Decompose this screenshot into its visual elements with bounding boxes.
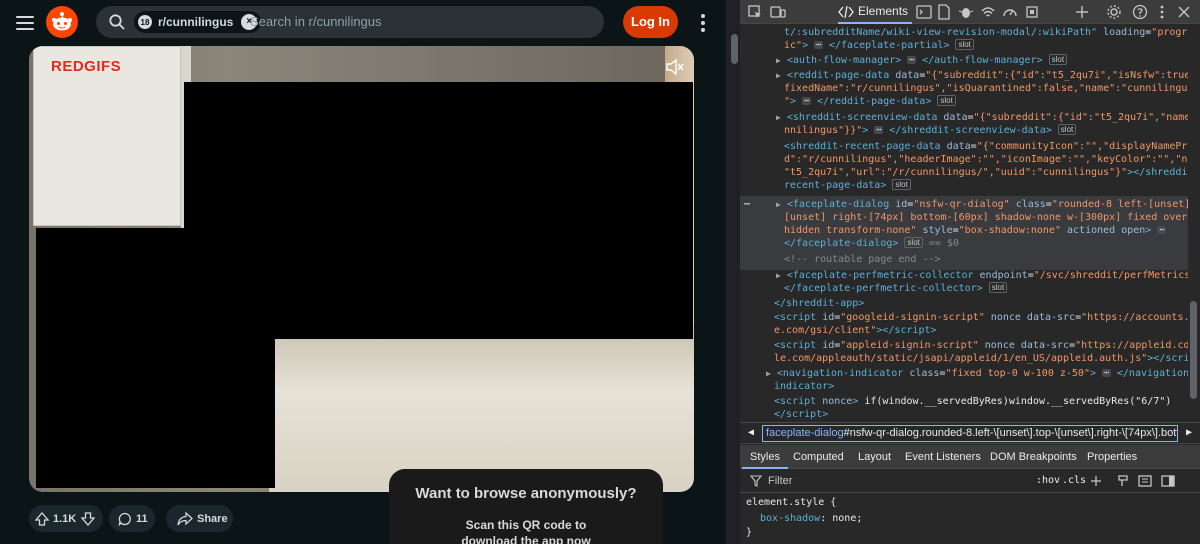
sidebar-toggle-icon[interactable] [1161,474,1175,488]
dom-tree[interactable]: t/:subredditName/wiki-view-revision-moda… [740,24,1188,422]
tab-layout[interactable]: Layout [858,451,891,463]
dom-scrollbar[interactable] [1188,24,1200,422]
qr-dialog-body-line1: Scan this QR code to [465,518,587,532]
reddit-page: 18 r/cunnilingus × Search in r/cunniling… [0,0,726,544]
mute-icon[interactable] [665,58,685,76]
help-icon[interactable] [1132,4,1148,20]
more-options-icon[interactable] [700,12,706,34]
login-button[interactable]: Log In [623,6,678,38]
network-icon[interactable] [980,4,996,20]
add-tab-icon[interactable] [1074,4,1090,20]
inspect-icon[interactable] [747,4,763,20]
qr-dialog-body: Scan this QR code to download the app no… [389,517,663,544]
console-icon[interactable] [916,4,932,20]
community-search-chip[interactable]: 18 r/cunnilingus × [134,11,262,33]
devtools-toolbar: Elements [740,0,1200,24]
breadcrumb: ◀ faceplate-dialog#nsfw-qr-dialog.rounde… [740,422,1200,444]
page-scrollbar-thumb[interactable] [731,34,738,64]
styles-subtabs: Styles Computed Layout Event Listeners D… [740,445,1200,469]
breadcrumb-prev-icon[interactable]: ◀ [744,426,758,440]
styles-filter-bar: Filter :hov .cls [740,469,1200,493]
downvote-icon[interactable] [81,511,96,526]
selected-node-ref: == $0 [928,238,960,249]
memory-icon[interactable] [1024,4,1040,20]
rule-property: box-shadow [760,513,821,524]
cls-toggle[interactable]: .cls [1062,475,1086,486]
tab-computed[interactable]: Computed [793,451,844,463]
rule-close: } [746,527,753,538]
breadcrumb-path[interactable]: faceplate-dialog#nsfw-qr-dialog.rounded-… [762,425,1178,442]
comment-icon [118,512,131,526]
post-media-player[interactable]: REDGIFS [29,46,694,492]
rule-selector: element.style { [746,497,837,508]
dom-scrollbar-thumb[interactable] [1190,301,1197,399]
styles-rules: element.style { box-shadow: none; } [740,493,1200,544]
vote-count: 1.1K [53,512,77,525]
comments-button[interactable]: 11 [109,505,155,532]
search-input[interactable]: Search in r/cunnilingus [250,14,382,29]
nsfw-18-badge: 18 [138,15,152,29]
tab-properties[interactable]: Properties [1087,451,1137,463]
nsfw-qr-dialog[interactable]: Want to browse anonymously? Scan this QR… [389,469,663,544]
breadcrumb-selector: #nsfw-qr-dialog.rounded-8.left-\[unset\]… [843,427,1178,439]
reddit-logo-icon[interactable] [46,6,78,38]
paint-brush-icon[interactable] [1116,474,1130,488]
more-icon[interactable] [1154,4,1170,20]
elements-icon[interactable] [838,4,854,20]
comment-count: 11 [136,512,148,525]
tab-dom-breakpoints[interactable]: DOM Breakpoints [990,451,1077,463]
performance-icon[interactable] [1002,4,1018,20]
new-rule-icon[interactable] [1090,475,1102,487]
page-scrollbar[interactable] [730,0,740,544]
filter-icon [750,475,762,487]
hov-toggle[interactable]: :hov [1036,475,1060,486]
sources-icon[interactable] [936,4,952,20]
search-icon [109,14,125,30]
share-icon [177,511,193,525]
qr-dialog-body-line2: download the app now [461,534,591,544]
tab-event-listeners[interactable]: Event Listeners [905,451,981,463]
search-bar[interactable]: 18 r/cunnilingus × Search in r/cunniling… [96,6,604,38]
community-chip-label: r/cunnilingus [158,15,234,29]
settings-icon[interactable] [1106,4,1122,20]
tab-styles[interactable]: Styles [742,451,788,469]
menu-icon[interactable] [14,12,36,34]
qr-dialog-title: Want to browse anonymously? [415,485,637,502]
computed-toggle-icon[interactable] [1138,474,1152,488]
vote-bar: 1.1K [29,505,103,532]
breadcrumb-tag: faceplate-dialog [766,427,844,439]
upvote-icon[interactable] [35,511,49,526]
rule-value: none; [832,513,863,524]
breadcrumb-next-icon[interactable]: ▶ [1182,426,1196,440]
styles-filter-input[interactable]: Filter [768,475,792,487]
rule-declaration[interactable]: box-shadow: none; [760,512,862,525]
close-icon[interactable] [1176,4,1192,20]
share-label: Share [197,512,228,525]
bug-icon[interactable] [958,4,974,20]
tab-elements[interactable]: Elements [837,4,913,24]
redacted-block [36,228,275,488]
share-button[interactable]: Share [166,505,233,532]
devtools-panel: Elements t/:subredditName/wiki-view-revi… [740,0,1200,544]
device-toolbar-icon[interactable] [770,4,786,20]
redgifs-watermark: REDGIFS [51,58,122,75]
